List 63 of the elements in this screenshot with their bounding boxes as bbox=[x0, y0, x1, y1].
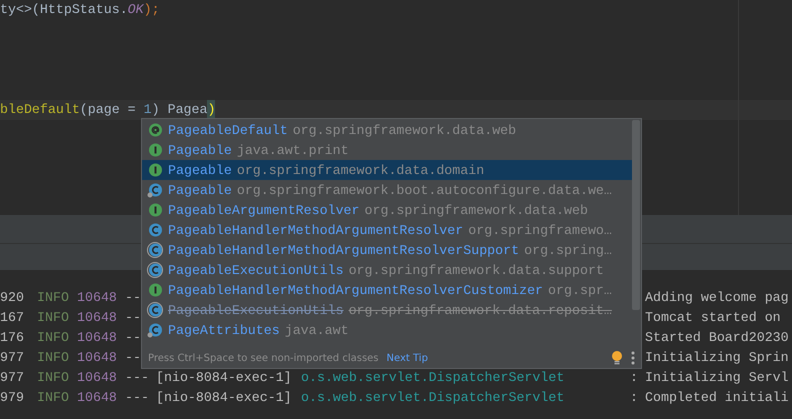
class-icon bbox=[147, 222, 163, 238]
log-separator: --- bbox=[125, 389, 149, 407]
completion-item[interactable]: Pageable org.springframework.data.domain bbox=[142, 160, 632, 180]
log-level: INFO bbox=[37, 349, 69, 367]
log-level: INFO bbox=[37, 369, 69, 387]
log-time: 977 bbox=[0, 349, 24, 367]
log-time: 167 bbox=[0, 309, 24, 327]
log-separator: -- bbox=[125, 289, 141, 307]
completion-item[interactable]: PageAttributes java.awt bbox=[142, 320, 632, 340]
code-line: ty<>(HttpStatus.OK); bbox=[0, 1, 161, 19]
log-thread: [nio-8084-exec-1] bbox=[156, 369, 292, 387]
log-message: Started Board20230 bbox=[645, 329, 789, 347]
interface-icon bbox=[147, 282, 163, 298]
log-separator: -- bbox=[125, 349, 141, 367]
log-logger: o.s.web.servlet.DispatcherServlet bbox=[301, 369, 564, 387]
log-pid: 10648 bbox=[77, 309, 117, 327]
log-pid: 10648 bbox=[77, 349, 117, 367]
log-time: 979 bbox=[0, 389, 24, 407]
completion-item[interactable]: PageableDefault org.springframework.data.web bbox=[142, 120, 632, 140]
log-pid: 10648 bbox=[77, 369, 117, 387]
annotation-icon bbox=[147, 122, 163, 138]
log-message: Tomcat started on bbox=[645, 309, 781, 327]
class-icon bbox=[147, 302, 163, 318]
log-separator: -- bbox=[125, 309, 141, 327]
class-icon bbox=[147, 182, 163, 198]
log-pid: 10648 bbox=[77, 389, 117, 407]
log-time: 176 bbox=[0, 329, 24, 347]
class-icon bbox=[147, 262, 163, 278]
log-time: 920 bbox=[0, 289, 24, 307]
class-icon bbox=[147, 322, 163, 338]
log-thread: [nio-8084-exec-1] bbox=[156, 389, 292, 407]
log-colon: : bbox=[630, 369, 638, 387]
completion-item[interactable]: Pageable java.awt.print bbox=[142, 140, 632, 160]
log-pid: 10648 bbox=[77, 329, 117, 347]
completion-item[interactable]: PageableArgumentResolver org.springframework.data.web bbox=[142, 200, 632, 220]
hint-text: Press Ctrl+Space to see non-imported classes bbox=[148, 352, 379, 364]
completion-item[interactable]: Pageable org.springframework.boot.autoconfigure.data.we… bbox=[142, 180, 632, 200]
scrollbar[interactable] bbox=[632, 120, 640, 310]
log-separator: --- bbox=[125, 369, 149, 387]
class-icon bbox=[147, 242, 163, 258]
log-logger: o.s.web.servlet.DispatcherServlet bbox=[301, 389, 564, 407]
log-message: Initializing Sprin bbox=[645, 349, 789, 367]
interface-icon bbox=[147, 162, 163, 178]
more-icon[interactable] bbox=[631, 351, 635, 365]
log-time: 977 bbox=[0, 369, 24, 387]
completion-item[interactable]: PageableHandlerMethodArgumentResolverCustomizer org.spr… bbox=[142, 280, 632, 300]
log-colon: : bbox=[630, 389, 638, 407]
interface-icon bbox=[147, 202, 163, 218]
log-message: Completed initiali bbox=[645, 389, 789, 407]
log-message: Initializing Servl bbox=[645, 369, 789, 387]
log-level: INFO bbox=[37, 289, 69, 307]
log-level: INFO bbox=[37, 389, 69, 407]
log-level: INFO bbox=[37, 309, 69, 327]
next-tip-link[interactable]: Next Tip bbox=[386, 352, 428, 364]
log-message: Adding welcome pag bbox=[645, 289, 789, 307]
completion-item[interactable]: PageableExecutionUtils org.springframework.data.support bbox=[142, 260, 632, 280]
completion-item[interactable]: PageableHandlerMethodArgumentResolverSupport org.spring… bbox=[142, 240, 632, 260]
completion-item[interactable]: PageableExecutionUtils org.springframework.data.reposit… bbox=[142, 300, 632, 320]
log-separator: -- bbox=[125, 329, 141, 347]
lightbulb-icon[interactable] bbox=[611, 350, 623, 366]
interface-icon bbox=[147, 142, 163, 158]
log-level: INFO bbox=[37, 329, 69, 347]
log-pid: 10648 bbox=[77, 289, 117, 307]
